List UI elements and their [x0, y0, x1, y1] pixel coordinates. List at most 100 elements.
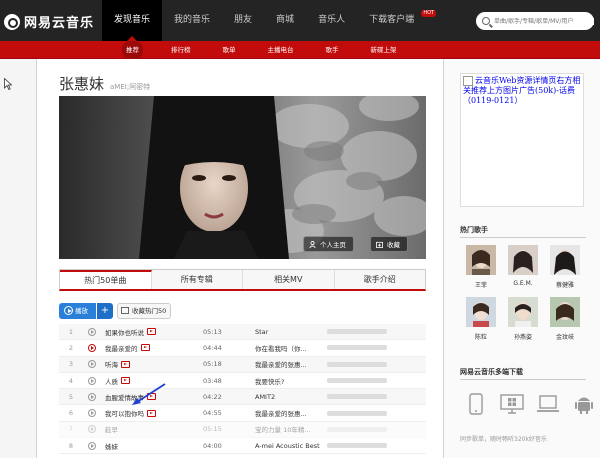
mv-icon[interactable]: [140, 344, 150, 352]
song-index: 3: [68, 360, 74, 369]
song-title[interactable]: 我最亲爱的: [105, 343, 138, 353]
search-box[interactable]: [476, 12, 594, 30]
popularity-bar: [327, 329, 387, 335]
nav-friends[interactable]: 朋友: [222, 0, 264, 41]
hot-singers-title: 热门歌手: [460, 226, 488, 234]
search-input[interactable]: [494, 17, 594, 25]
singer-card[interactable]: 蔡健雅: [544, 245, 586, 289]
ad-alt-text: 云音乐Web资源详情页右方相关推荐上方图片广告(50k)-话费（0119-012…: [463, 76, 581, 105]
song-album[interactable]: 我要快乐?: [255, 376, 327, 386]
play-icon[interactable]: [88, 343, 96, 352]
logo-text: 网易云音乐: [24, 16, 95, 31]
song-duration: 04:55: [203, 409, 222, 418]
desktop-windows-icon: [500, 394, 524, 414]
nav-store[interactable]: 商城: [264, 0, 306, 41]
song-album[interactable]: AMIT2: [255, 393, 327, 401]
table-row[interactable]: 1 如果你也听说 05:13 Star: [59, 324, 426, 341]
singer-card[interactable]: 王菲: [460, 245, 502, 289]
table-row[interactable]: 3 听海 05:18 我最亲爱的张惠...: [59, 356, 426, 373]
singer-name: 蔡健雅: [555, 282, 574, 289]
song-title[interactable]: 我可以抱你吗: [105, 408, 144, 418]
song-album[interactable]: 我最亲爱的张惠...: [255, 408, 327, 418]
play-icon[interactable]: [88, 376, 96, 385]
download-mac[interactable]: [534, 390, 562, 418]
tab-artist-intro[interactable]: 歌手介绍: [335, 270, 426, 289]
android-icon: [575, 397, 593, 414]
subnav-new-albums[interactable]: 新碟上架: [367, 41, 401, 59]
ad-placeholder[interactable]: 云音乐Web资源详情页右方相关推荐上方图片广告(50k)-话费（0119-012…: [460, 73, 584, 207]
mv-icon[interactable]: [121, 360, 130, 368]
annotation-arrow-icon: [132, 383, 166, 405]
play-icon[interactable]: [88, 441, 96, 450]
download-platforms: [462, 390, 598, 418]
top-header: 网易云音乐 发现音乐 我的音乐 朋友 商城 音乐人 下载客户端 HOT: [0, 0, 600, 41]
singer-card[interactable]: 孙燕姿: [502, 297, 544, 341]
download-ios[interactable]: [462, 390, 490, 418]
play-all-label: 播放: [75, 307, 88, 315]
nav-discover[interactable]: 发现音乐: [102, 0, 163, 41]
mv-icon[interactable]: [147, 409, 156, 417]
artist-banner-image: 个人主页 收藏: [59, 96, 426, 259]
play-icon[interactable]: [88, 409, 96, 418]
nav-download-client[interactable]: 下载客户端 HOT: [357, 0, 437, 41]
broken-image-icon: [463, 76, 473, 86]
song-duration: 05:15: [203, 425, 222, 434]
artist-photo: [59, 96, 426, 259]
subnav-recommend[interactable]: 推荐: [122, 41, 143, 59]
singer-card[interactable]: 陈粒: [460, 297, 502, 341]
song-title[interactable]: 人质: [105, 376, 118, 386]
song-list: 1 如果你也听说 05:13 Star 2 我最亲爱的 04:44 你在看我吗（…: [59, 324, 426, 455]
collect-top50-button[interactable]: 收藏热门50: [117, 303, 172, 319]
song-title[interactable]: 趁早: [105, 424, 118, 434]
song-album[interactable]: Star: [255, 328, 327, 336]
play-cell: [83, 360, 101, 369]
singer-card[interactable]: 金玟岐: [544, 297, 586, 341]
song-title[interactable]: 如果你也听说: [105, 327, 144, 337]
subnav-charts[interactable]: 排行榜: [167, 41, 195, 59]
table-row[interactable]: 5 血腥爱情故事 04:22 AMIT2: [59, 389, 426, 406]
table-row[interactable]: 7 趁早 05:15 宝的力量 10年精...: [59, 421, 426, 439]
play-icon[interactable]: [88, 360, 96, 369]
subnav-playlists[interactable]: 歌单: [219, 41, 240, 59]
download-android[interactable]: [570, 390, 598, 418]
subnav-artists[interactable]: 歌手: [322, 41, 343, 59]
iphone-icon: [469, 393, 483, 415]
singer-card[interactable]: G.E.M.: [502, 245, 544, 289]
artist-home-button[interactable]: 个人主页: [303, 236, 354, 252]
tab-related-mv[interactable]: 相关MV: [243, 270, 335, 289]
song-title[interactable]: 姊妹: [105, 441, 118, 451]
song-index: 8: [68, 441, 74, 450]
download-pc[interactable]: [498, 390, 526, 418]
add-to-playlist-button[interactable]: +: [97, 303, 113, 319]
nav-my-music[interactable]: 我的音乐: [162, 0, 222, 41]
song-duration: 04:22: [203, 392, 222, 401]
tab-all-albums[interactable]: 所有专辑: [152, 270, 243, 289]
song-album[interactable]: 你在看我吗（你...: [255, 343, 327, 353]
table-row[interactable]: 8 姊妹 04:00 A-mei Acoustic Best: [59, 438, 426, 455]
name-cell: 趁早: [101, 424, 203, 434]
artist-header: 张惠妹 aMEI;阿密特: [59, 73, 150, 94]
divider: [460, 237, 586, 238]
song-album[interactable]: A-mei Acoustic Best: [255, 442, 327, 450]
logo[interactable]: 网易云音乐: [4, 12, 94, 31]
song-title[interactable]: 听海: [105, 359, 118, 369]
play-all-button[interactable]: 播放: [59, 303, 96, 319]
table-row[interactable]: 2 我最亲爱的 04:44 你在看我吗（你...: [59, 340, 426, 357]
song-index: 6: [68, 409, 74, 418]
play-icon[interactable]: [88, 327, 96, 336]
subnav-radio[interactable]: 主播电台: [264, 41, 298, 59]
nav-musician[interactable]: 音乐人: [306, 0, 357, 41]
song-duration: 03:48: [203, 376, 222, 385]
artist-favorite-button[interactable]: 收藏: [370, 236, 408, 252]
name-cell: 如果你也听说: [101, 327, 203, 337]
mv-icon[interactable]: [147, 328, 156, 336]
table-row[interactable]: 6 我可以抱你吗 04:55 我最亲爱的张惠...: [59, 405, 426, 422]
table-row[interactable]: 4 人质 03:48 我要快乐?: [59, 373, 426, 390]
song-album[interactable]: 宝的力量 10年精...: [255, 424, 327, 434]
song-actions: 播放 + 收藏热门50: [59, 303, 172, 319]
song-album[interactable]: 我最亲爱的张惠...: [255, 359, 327, 369]
play-icon[interactable]: [88, 392, 96, 401]
song-duration: 05:13: [203, 327, 222, 336]
tab-top50-songs[interactable]: 热门50单曲: [60, 270, 152, 289]
play-icon[interactable]: [88, 425, 96, 434]
